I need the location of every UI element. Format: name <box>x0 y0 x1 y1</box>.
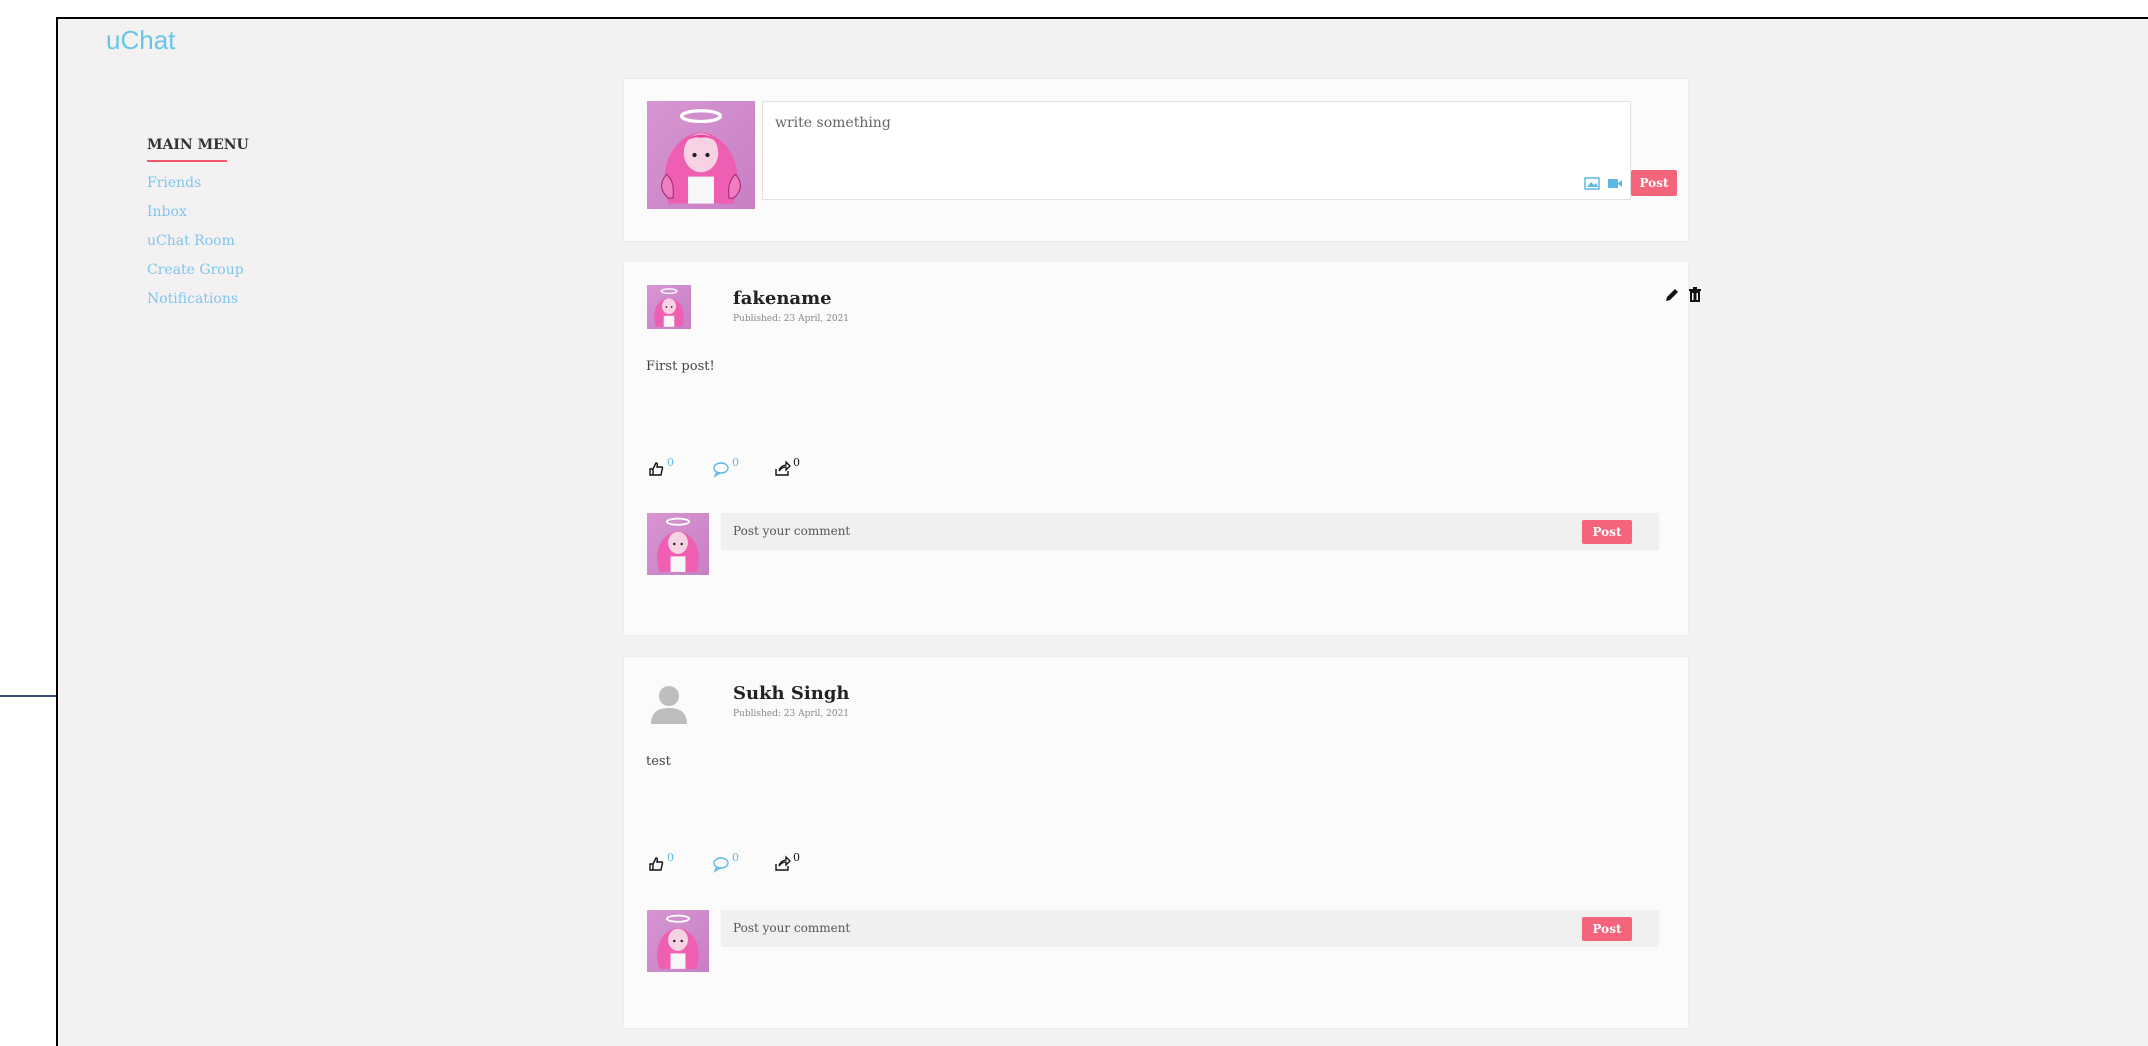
share-count: 0 <box>793 456 800 469</box>
post-published-date: Published: 23 April, 2021 <box>733 314 850 324</box>
share-action[interactable]: 0 <box>773 456 800 478</box>
default-avatar[interactable] <box>647 680 691 724</box>
like-count: 0 <box>667 851 674 864</box>
comment-icon <box>713 857 729 873</box>
post-body-text: test <box>646 754 671 769</box>
composer-avatar <box>647 101 755 209</box>
comment-count: 0 <box>732 456 739 469</box>
post-author-name[interactable]: fakename <box>733 288 832 309</box>
like-action[interactable]: 0 <box>647 456 674 478</box>
comment-icon <box>713 462 729 478</box>
comment-action[interactable]: 0 <box>712 851 739 873</box>
post-author-name[interactable]: Sukh Singh <box>733 683 850 704</box>
delete-icon[interactable] <box>1688 287 1702 303</box>
comment-input[interactable]: Post your comment <box>721 513 1659 550</box>
like-count: 0 <box>667 456 674 469</box>
comment-post-button[interactable]: Post <box>1582 520 1632 544</box>
write-something-input[interactable]: write something <box>762 101 1631 200</box>
user-placeholder-icon <box>651 686 687 724</box>
brand-logo[interactable]: uChat <box>106 25 175 56</box>
commenter-avatar <box>647 910 709 972</box>
like-action[interactable]: 0 <box>647 851 674 873</box>
commenter-avatar <box>647 513 709 575</box>
menu-item-create-group[interactable]: Create Group <box>147 262 244 278</box>
share-icon <box>775 460 791 476</box>
composer-post-button[interactable]: Post <box>1631 170 1677 196</box>
comment-row: Post your comment Post <box>647 910 1659 972</box>
menu-item-friends[interactable]: Friends <box>147 175 201 191</box>
edit-icon[interactable] <box>1664 287 1680 303</box>
video-icon[interactable] <box>1607 177 1623 190</box>
main-menu-title: MAIN MENU <box>147 137 249 153</box>
side-divider-line <box>0 695 57 697</box>
share-count: 0 <box>793 851 800 864</box>
comment-row: Post your comment Post <box>647 513 1659 575</box>
post-published-date: Published: 23 April, 2021 <box>733 709 850 719</box>
menu-item-uchat-room[interactable]: uChat Room <box>147 233 235 249</box>
comment-action[interactable]: 0 <box>712 456 739 478</box>
comment-count: 0 <box>732 851 739 864</box>
comment-input[interactable]: Post your comment <box>721 910 1659 947</box>
post-card: Sukh Singh Published: 23 April, 2021 tes… <box>623 656 1689 1029</box>
app-frame: uChat MAIN MENU Friends Inbox uChat Room… <box>56 17 2148 1046</box>
post-card: fakename Published: 23 April, 2021 First… <box>623 261 1701 636</box>
thumbs-up-icon <box>649 857 664 871</box>
image-icon[interactable] <box>1584 177 1600 190</box>
thumbs-up-icon <box>649 462 664 476</box>
share-action[interactable]: 0 <box>773 851 800 873</box>
menu-item-inbox[interactable]: Inbox <box>147 204 187 220</box>
post-body-text: First post! <box>646 359 715 374</box>
menu-item-notifications[interactable]: Notifications <box>147 291 238 307</box>
post-author-avatar[interactable] <box>647 285 691 329</box>
main-menu-underline <box>147 160 227 162</box>
share-icon <box>775 855 791 871</box>
comment-post-button[interactable]: Post <box>1582 917 1632 941</box>
post-composer: write something Post <box>623 78 1689 242</box>
